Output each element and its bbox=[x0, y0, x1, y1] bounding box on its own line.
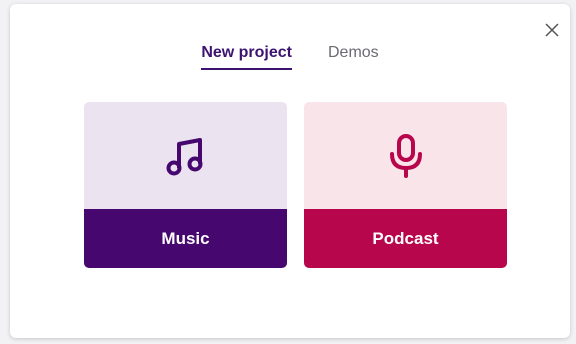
microphone-icon bbox=[389, 133, 422, 178]
close-button[interactable] bbox=[540, 18, 564, 42]
music-card[interactable]: Music bbox=[84, 102, 287, 268]
project-type-cards: Music Podcast bbox=[84, 102, 507, 268]
podcast-card-icon-area bbox=[304, 102, 507, 209]
music-note-icon bbox=[166, 137, 202, 175]
music-card-label: Music bbox=[84, 209, 287, 268]
podcast-card[interactable]: Podcast bbox=[304, 102, 507, 268]
tab-bar: New project Demos bbox=[10, 44, 570, 70]
tab-new-project[interactable]: New project bbox=[201, 44, 292, 70]
new-project-dialog: New project Demos Music Podcast bbox=[10, 4, 570, 338]
close-icon bbox=[545, 23, 559, 37]
podcast-card-label: Podcast bbox=[304, 209, 507, 268]
tab-demos[interactable]: Demos bbox=[328, 44, 379, 70]
music-card-icon-area bbox=[84, 102, 287, 209]
